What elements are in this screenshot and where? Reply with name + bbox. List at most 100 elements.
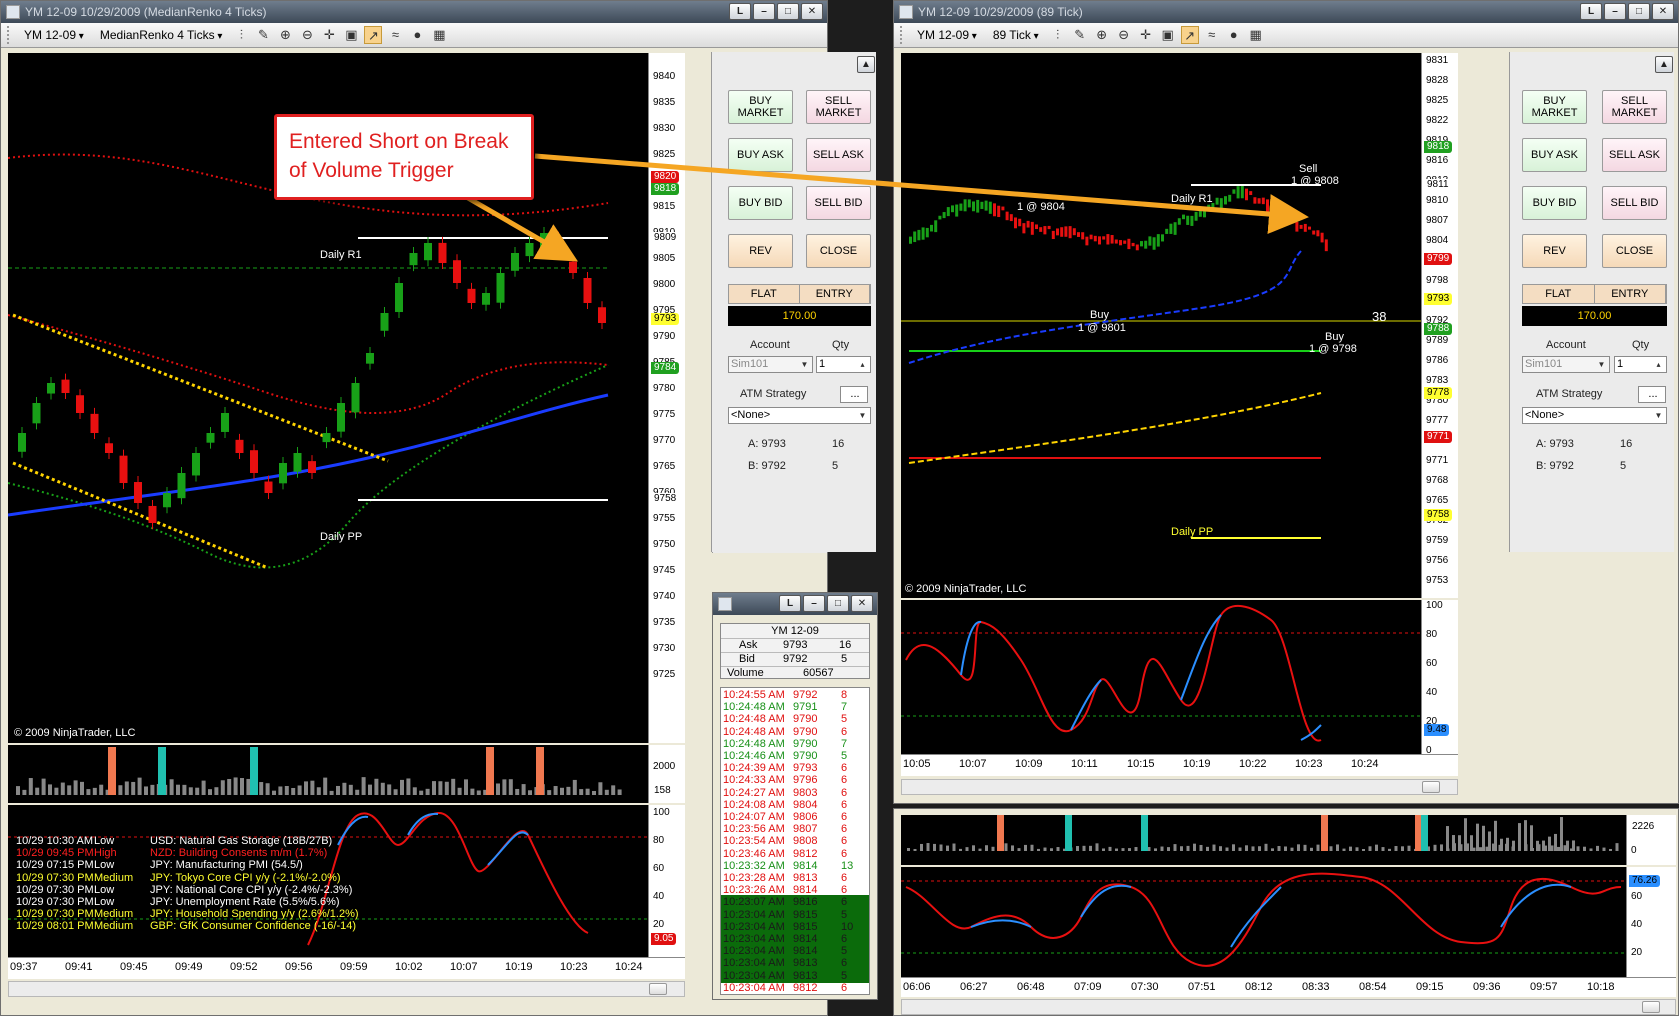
left-scroll-thumb[interactable] <box>649 983 667 995</box>
buy-ask-button[interactable]: BUY ASK <box>728 138 793 172</box>
right-buy-ask-button[interactable]: BUY ASK <box>1522 138 1587 172</box>
atm-strategy-select[interactable]: <None> ▼ <box>728 407 871 424</box>
instrument-selector[interactable]: YM 12-09 <box>18 28 90 42</box>
volume-bar <box>1082 845 1086 851</box>
stepper-arrows-icon[interactable]: ▴ <box>856 358 869 371</box>
right-sell-ask-button[interactable]: SELL ASK <box>1602 138 1667 172</box>
time-sales-titlebar[interactable]: L – □ ✕ <box>713 593 877 615</box>
right-horizontal-scrollbar[interactable] <box>901 779 1458 795</box>
right-qty-stepper[interactable]: 1 ▴ <box>1614 356 1667 373</box>
right-buy-bid-button[interactable]: BUY BID <box>1522 186 1587 220</box>
right-scroll-thumb[interactable] <box>1422 781 1440 793</box>
minimize-button[interactable]: – <box>753 3 775 20</box>
bar-type-icon[interactable]: ⫶ <box>1049 26 1067 44</box>
link-button[interactable]: L <box>729 3 751 20</box>
candle <box>1257 198 1261 204</box>
right-price-panel[interactable]: Sell 1 @ 9808 1 @ 9804 Buy 1 @ 9801 Buy … <box>901 53 1421 598</box>
right-atm-options-button[interactable]: ... <box>1638 386 1666 403</box>
bottom-scroll-thumb[interactable] <box>1642 1001 1660 1013</box>
zoom-in-icon[interactable]: ⊕ <box>1093 26 1111 44</box>
chart-trader-icon[interactable]: ↗ <box>1180 26 1199 44</box>
right-window-titlebar[interactable]: YM 12-09 10/29/2009 (89 Tick) L – □ ✕ <box>894 1 1678 23</box>
zoom-out-icon[interactable]: ⊖ <box>1115 26 1133 44</box>
maximize-button[interactable]: □ <box>777 3 799 20</box>
left-price-axis[interactable]: 9840983598309825982098159810980598009795… <box>648 53 685 743</box>
stepper-arrows-icon[interactable]: ▴ <box>1652 358 1665 371</box>
bottom-oscillator-panel[interactable] <box>901 867 1626 977</box>
left-oscillator-panel[interactable]: 10/29 10:30 AM Low USD: Natural Gas Storag… <box>8 805 648 957</box>
right-close-window-button[interactable]: ✕ <box>1652 3 1674 20</box>
draw-tool-icon[interactable]: ✎ <box>254 26 272 44</box>
chart-trader-icon[interactable]: ↗ <box>364 26 383 44</box>
right-time-axis[interactable]: 10:05 10:07 10:09 10:11 10:15 10:19 10:22 10:23… <box>901 754 1458 776</box>
close-window-button[interactable]: ✕ <box>801 3 823 20</box>
right-panel-toggle[interactable]: ▲ <box>1655 56 1673 73</box>
strategy-icon[interactable]: ● <box>408 26 426 44</box>
left-volume-panel[interactable] <box>8 745 648 803</box>
right-reverse-button[interactable]: REV <box>1522 234 1587 268</box>
right-sell-market-button[interactable]: SELL MARKET <box>1602 90 1667 124</box>
draw-tool-icon[interactable]: ✎ <box>1071 26 1089 44</box>
crosshair-icon[interactable]: ✛ <box>320 26 338 44</box>
period-selector[interactable]: MedianRenko 4 Ticks <box>94 28 229 42</box>
left-time-axis[interactable]: 09:37 09:41 09:45 09:49 09:52 09:56 09:59 10:02… <box>8 957 685 979</box>
left-order-panel: ▲ BUY MARKET SELL MARKET BUY ASK SELL AS… <box>711 52 876 552</box>
volume-bar <box>272 790 276 795</box>
right-period-selector[interactable]: 89 Tick <box>987 28 1045 42</box>
right-atm-strategy-select[interactable]: <None> ▼ <box>1522 407 1667 424</box>
ts-maximize-button[interactable]: □ <box>827 595 849 612</box>
right-instrument-selector[interactable]: YM 12-09 <box>911 28 983 42</box>
zoom-out-icon[interactable]: ⊖ <box>298 26 316 44</box>
atm-options-button[interactable]: ... <box>840 386 868 403</box>
properties-icon[interactable]: ▣ <box>1159 26 1177 44</box>
left-oscillator-axis[interactable]: 100 80 60 40 20 9.05 <box>648 805 685 957</box>
right-sell-bid-button[interactable]: SELL BID <box>1602 186 1667 220</box>
close-position-button[interactable]: CLOSE <box>806 234 871 268</box>
left-panel-toggle[interactable]: ▲ <box>857 56 875 73</box>
right-close-position-button[interactable]: CLOSE <box>1602 234 1667 268</box>
candle <box>984 200 988 211</box>
left-volume-axis[interactable]: 2000 158 <box>648 745 685 803</box>
volume-trigger-bar <box>250 747 258 795</box>
volume-trigger-bar <box>1415 815 1422 851</box>
properties-icon[interactable]: ▣ <box>342 26 360 44</box>
buy-market-button[interactable]: BUY MARKET <box>728 90 793 124</box>
qty-stepper[interactable]: 1 ▴ <box>816 356 871 373</box>
time-and-sales-window[interactable]: L – □ ✕ YM 12-09 Ask 9793 16 Bid 9792 5 … <box>712 592 878 1000</box>
sell-ask-button[interactable]: SELL ASK <box>806 138 871 172</box>
data-box-icon[interactable]: ▦ <box>1247 26 1265 44</box>
left-horizontal-scrollbar[interactable] <box>8 981 685 997</box>
ts-link-button[interactable]: L <box>779 595 801 612</box>
right-price-axis[interactable]: 9831982898259822981998169813981098079804… <box>1421 53 1458 598</box>
ts-close-button[interactable]: ✕ <box>851 595 873 612</box>
bottom-horizontal-scrollbar[interactable] <box>901 999 1676 1015</box>
zoom-in-icon[interactable]: ⊕ <box>276 26 294 44</box>
bar-type-icon[interactable]: ⫶ <box>232 26 250 44</box>
data-box-icon[interactable]: ▦ <box>430 26 448 44</box>
bottom-volume-axis[interactable]: 0 2226 <box>1626 815 1676 865</box>
right-oscillator-panel[interactable] <box>901 600 1421 754</box>
bottom-time-axis[interactable]: 06:06 06:27 06:48 07:09 07:30 07:51 08:12 08:33… <box>901 977 1676 997</box>
bottom-right-chart-window[interactable]: 0 2226 60 40 20 76.26 06:06 06:27 06:48 07:09 07… <box>893 808 1679 1016</box>
sell-bid-button[interactable]: SELL BID <box>806 186 871 220</box>
right-oscillator-axis[interactable]: 100 80 60 40 20 0 9.48 <box>1421 600 1458 754</box>
right-account-select[interactable]: Sim101 ▼ <box>1522 356 1610 373</box>
left-window-titlebar[interactable]: YM 12-09 10/29/2009 (MedianRenko 4 Ticks… <box>1 1 827 23</box>
account-select[interactable]: Sim101 ▼ <box>728 356 813 373</box>
time-sales-list[interactable]: 10:24:55 AM 9792 8 10:24:48 AM 9791 7 10:24:48… <box>720 687 870 995</box>
right-maximize-button[interactable]: □ <box>1628 3 1650 20</box>
bottom-oscillator-axis[interactable]: 60 40 20 76.26 <box>1626 867 1676 977</box>
ts-minimize-button[interactable]: – <box>803 595 825 612</box>
bottom-volume-panel[interactable] <box>901 815 1626 865</box>
candle <box>540 233 548 254</box>
right-minimize-button[interactable]: – <box>1604 3 1626 20</box>
strategy-icon[interactable]: ● <box>1225 26 1243 44</box>
sell-market-button[interactable]: SELL MARKET <box>806 90 871 124</box>
right-link-button[interactable]: L <box>1580 3 1602 20</box>
reverse-button[interactable]: REV <box>728 234 793 268</box>
indicators-icon[interactable]: ≈ <box>386 26 404 44</box>
right-buy-market-button[interactable]: BUY MARKET <box>1522 90 1587 124</box>
crosshair-icon[interactable]: ✛ <box>1137 26 1155 44</box>
buy-bid-button[interactable]: BUY BID <box>728 186 793 220</box>
indicators-icon[interactable]: ≈ <box>1203 26 1221 44</box>
